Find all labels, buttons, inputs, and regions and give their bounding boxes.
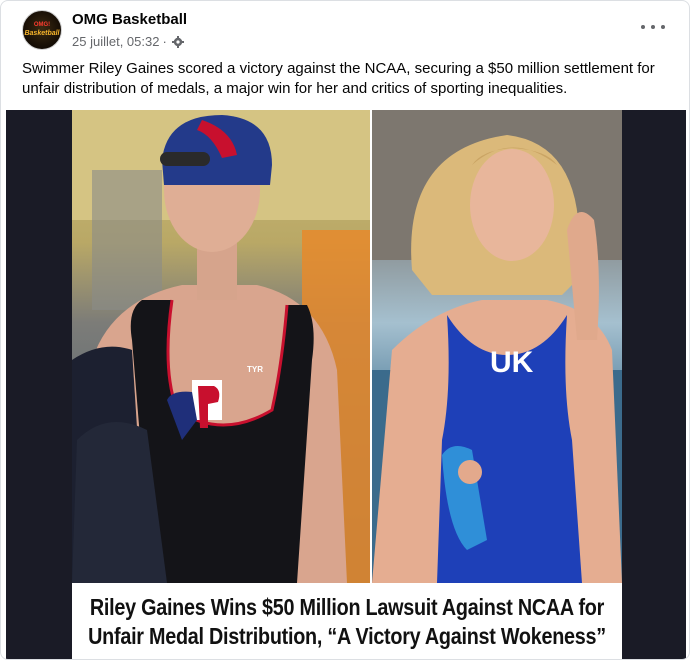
facebook-post: OMG! Basketball OMG Basketball 25 juille… [0, 0, 690, 660]
headline-line-2: Unfair Medal Distribution, “A Victory Ag… [88, 623, 606, 649]
right-suit-logo: UK [490, 346, 534, 379]
post-timestamp[interactable]: 25 juillet, 05:32 [72, 34, 159, 49]
photo-left-swimmer: TYR [72, 110, 370, 583]
photo-right-swimmer: UK [372, 110, 622, 583]
avatar-logo-line1: OMG! [33, 22, 51, 28]
photo-collage: TYR UK [72, 110, 622, 583]
post-image[interactable]: TYR UK Riley Gaines Wins $50 Million Law… [6, 110, 686, 659]
page-avatar[interactable]: OMG! Basketball [22, 10, 62, 50]
page-name-link[interactable]: OMG Basketball [72, 11, 187, 28]
avatar-logo-line2: Basketball [24, 30, 60, 37]
headline-line-1: Riley Gaines Wins $50 Million Lawsuit Ag… [89, 594, 605, 620]
meta-separator: · [162, 34, 167, 49]
headline-banner: Riley Gaines Wins $50 Million Lawsuit Ag… [72, 583, 622, 659]
gear-icon[interactable] [171, 35, 184, 48]
post-meta: 25 juillet, 05:32 · [72, 34, 184, 49]
post-caption: Swimmer Riley Gaines scored a victory ag… [22, 60, 655, 97]
more-options-icon[interactable] [641, 19, 665, 35]
left-suit-brand: TYR [247, 365, 263, 374]
